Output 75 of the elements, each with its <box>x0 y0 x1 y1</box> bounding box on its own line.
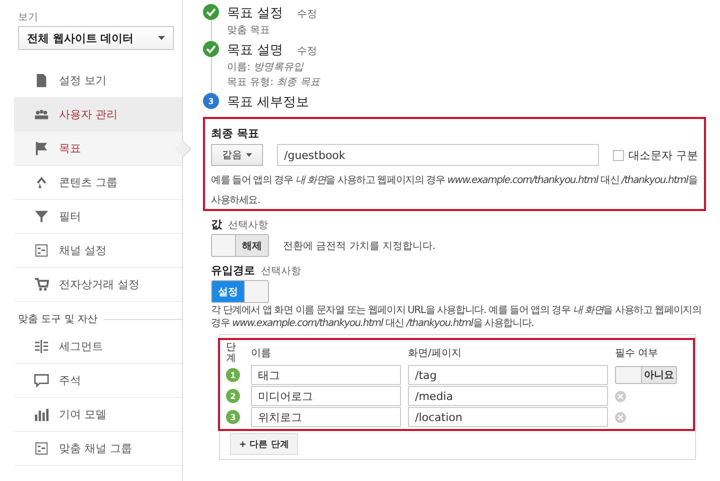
sidebar-item[interactable]: 필터 <box>14 200 182 234</box>
segment-lines-icon <box>34 339 49 354</box>
filter-icon <box>34 209 49 224</box>
optional-label: 선택사항 <box>228 219 268 232</box>
field-heading: 최종 목표 <box>211 127 259 140</box>
column-header: 단계 <box>226 342 236 364</box>
sidebar-item-label: 세그먼트 <box>59 339 103 354</box>
cart-icon <box>34 277 49 292</box>
column-header: 화면/페이지 <box>408 347 462 360</box>
section-heading: 맞춤 도구 및 자산 <box>18 313 98 326</box>
step-title: 목표 세부정보 <box>227 94 310 111</box>
channel-grid-icon <box>34 243 49 258</box>
step-name-input[interactable]: 위치로그 <box>251 407 401 427</box>
field-heading: 유입경로 <box>211 263 255 278</box>
sidebar-item[interactable]: 맞춤 채널 그룹 <box>14 432 182 466</box>
merge-arrow-icon <box>34 175 49 190</box>
sidebar-item[interactable]: 전자상거래 설정 <box>14 268 182 302</box>
sidebar-item-label: 목표 <box>59 141 81 156</box>
channel-grid-icon <box>34 441 49 456</box>
view-label: 보기 <box>18 11 39 24</box>
flag-icon <box>34 141 49 156</box>
add-step-button[interactable]: + 다른 단계 <box>230 433 298 455</box>
sidebar-item[interactable]: 사용자 관리 <box>14 98 182 132</box>
case-sensitive-checkbox[interactable]: 대소문자 구분 <box>612 148 698 162</box>
step-page-input[interactable]: /tag <box>408 365 608 385</box>
step-number: 2 <box>226 389 240 403</box>
sidebar-item-label: 전자상거래 설정 <box>59 277 140 292</box>
step-name-input[interactable]: 태그 <box>251 365 401 385</box>
step-detail: 이름: 방명록유입 <box>227 61 305 74</box>
step-page-input[interactable]: /media <box>408 386 608 406</box>
bar-chart-icon <box>34 407 49 422</box>
caret-icon <box>158 36 165 40</box>
view-dropdown[interactable]: 전체 웹사이트 데이터 <box>18 26 174 50</box>
step-title: 목표 설정 <box>227 5 284 22</box>
optional-label: 선택사항 <box>261 265 301 278</box>
sidebar-item-label: 기여 모델 <box>59 407 106 422</box>
sidebar-item[interactable]: 채널 설정 <box>14 234 182 268</box>
edit-link[interactable]: 수정 <box>297 44 318 58</box>
sidebar-item[interactable]: 주석 <box>14 364 182 398</box>
step-page-input[interactable]: /location <box>408 407 608 427</box>
sidebar-item-label: 설정 보기 <box>59 73 106 88</box>
people-icon <box>34 107 49 122</box>
description-text: 전환에 금전적 가치를 지정합니다. <box>283 240 436 252</box>
field-heading: 값 <box>211 217 222 232</box>
step-name-input[interactable]: 미디어로그 <box>251 386 401 406</box>
document-icon <box>34 73 49 88</box>
column-header: 필수 여부 <box>615 347 660 360</box>
edit-link[interactable]: 수정 <box>297 7 318 21</box>
sidebar-item-label: 채널 설정 <box>59 243 106 258</box>
step-number: 3 <box>203 93 219 109</box>
step-number: 3 <box>226 410 240 424</box>
caret-icon <box>246 153 252 157</box>
toggle-switch[interactable]: 해제 <box>211 234 269 257</box>
step-detail: 맞춤 목표 <box>227 24 272 37</box>
destination-input[interactable]: /guestbook <box>277 144 598 166</box>
toggle-switch[interactable]: 아니요 <box>615 366 677 384</box>
step-number: 1 <box>226 368 240 382</box>
sidebar-item[interactable]: 기여 모델 <box>14 398 182 432</box>
sidebar-item[interactable]: 세그먼트 <box>14 330 182 364</box>
sidebar-item-label: 맞춤 채널 그룹 <box>59 441 132 456</box>
sidebar-item[interactable]: 콘텐츠 그룹 <box>14 166 182 200</box>
hint-text: 예를 들어 앱의 경우 내 화면을 사용하고 웹페이지의 경우 www.example.com/thankyou.html 대신 /thankyou.html을 사용하세요. <box>211 175 698 206</box>
sidebar-item-label: 콘텐츠 그룹 <box>59 175 118 190</box>
hint-text: 각 단계에서 앱 화면 이름 문자열 또는 웹페이지 URL을 사용합니다. 예를 들어 앱의 경우 내 화면을 사용하고 웹페이지의 경우 www.example.com/thankyou.html 대신 /thankyou.html을 사용합니다. <box>211 305 702 330</box>
column-header: 이름 <box>251 347 272 360</box>
remove-icon[interactable] <box>615 390 626 402</box>
toggle-switch[interactable]: 설정 <box>211 280 269 303</box>
step-detail: 목표 유형: 최종 목표 <box>227 76 322 89</box>
sidebar-item-label: 주석 <box>59 373 81 388</box>
match-type-dropdown[interactable]: 같음 <box>211 144 263 166</box>
comment-icon <box>34 373 49 388</box>
remove-icon[interactable] <box>615 412 626 422</box>
sidebar-item-label: 사용자 관리 <box>59 107 118 122</box>
step-title: 목표 설명 <box>227 42 284 59</box>
sidebar-item-label: 필터 <box>59 209 81 224</box>
